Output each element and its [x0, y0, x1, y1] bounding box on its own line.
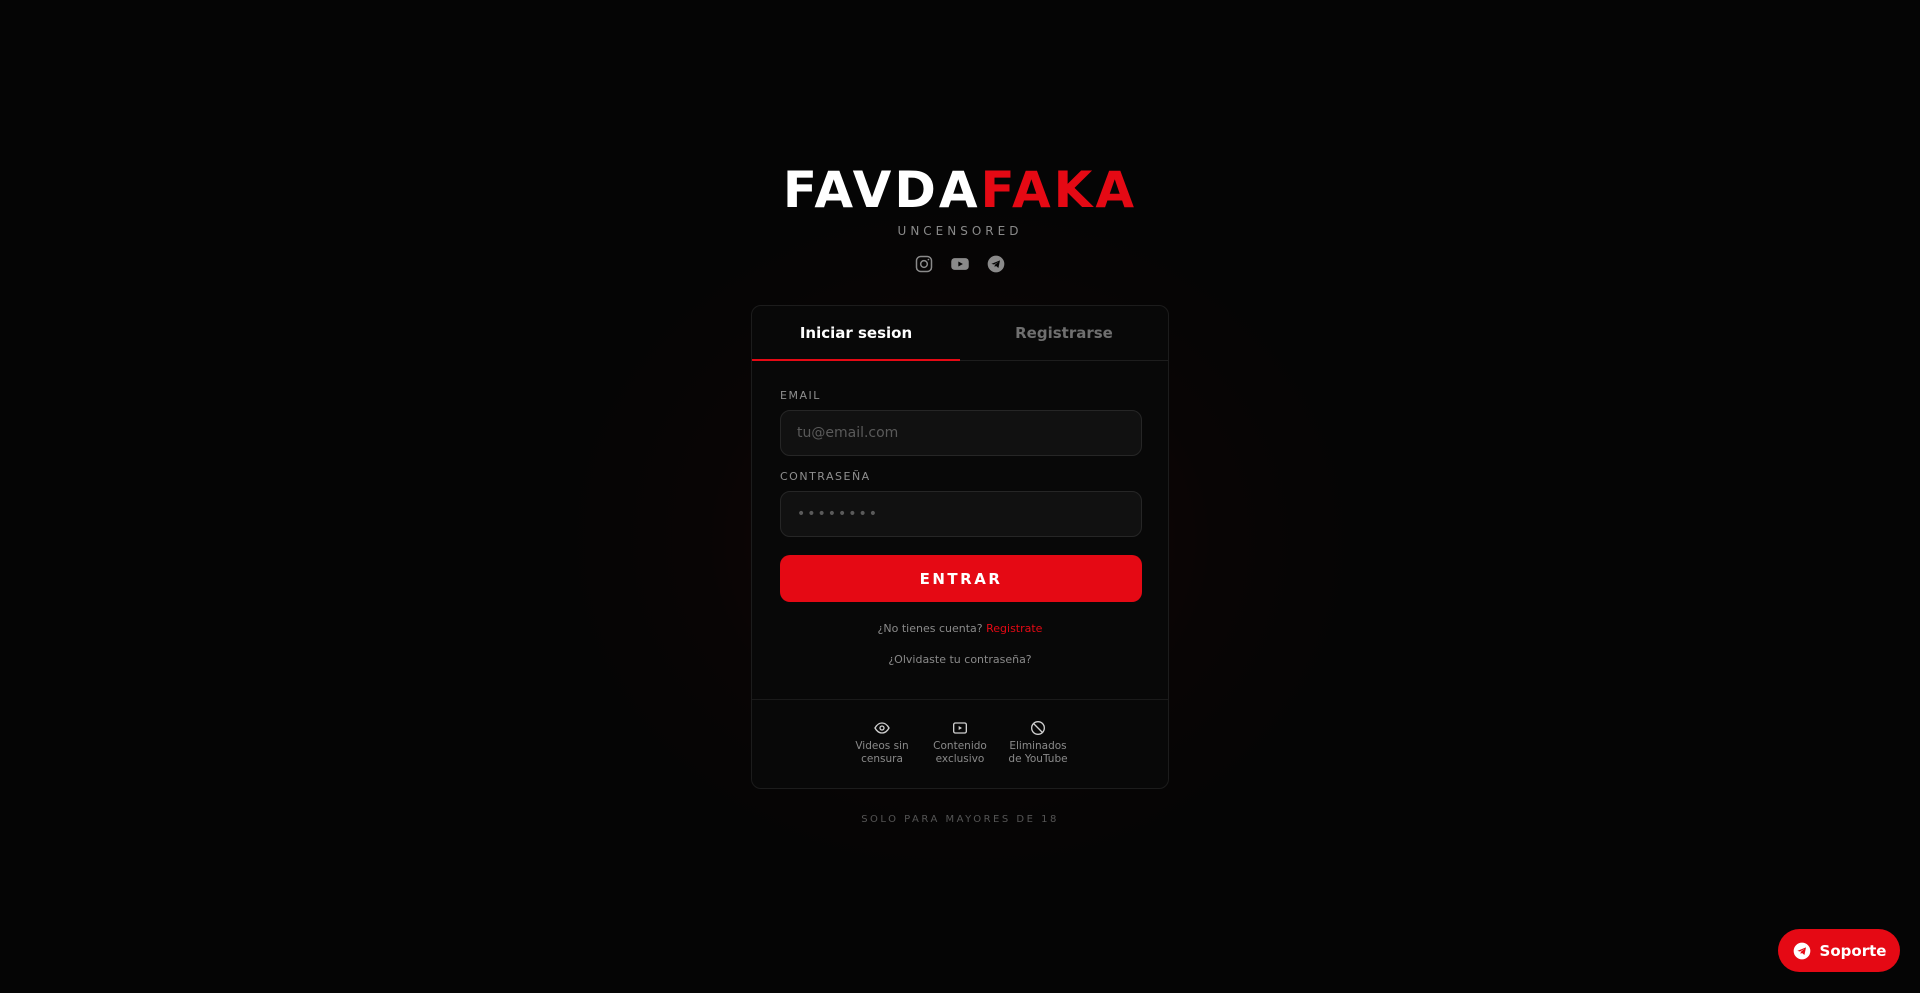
tab-register[interactable]: Registrarse — [960, 306, 1168, 360]
instagram-icon[interactable] — [914, 254, 934, 274]
tab-login[interactable]: Iniciar sesion — [752, 306, 960, 361]
no-account-text: ¿No tienes cuenta? — [877, 622, 983, 635]
tagline: UNCENSORED — [897, 224, 1023, 238]
feature-line1: Videos sin — [855, 740, 909, 752]
register-link[interactable]: Registrate — [986, 622, 1042, 635]
telegram-icon — [1792, 941, 1812, 961]
ban-icon — [1030, 720, 1046, 736]
forgot-password-link[interactable]: ¿Olvidaste tu contraseña? — [780, 653, 1140, 666]
telegram-icon[interactable] — [986, 254, 1006, 274]
logo-red-part: FAKA — [980, 161, 1138, 219]
logo-white-part: FAVDA — [782, 161, 981, 219]
eye-icon — [874, 720, 890, 736]
support-label: Soporte — [1819, 941, 1887, 960]
email-field[interactable] — [780, 410, 1142, 456]
feature-item: Eliminados de YouTube — [1007, 720, 1069, 788]
social-links — [0, 254, 1920, 274]
features-row: Videos sin censura Contenido exclusivo E… — [752, 699, 1168, 788]
support-button[interactable]: Soporte — [1778, 929, 1900, 972]
auth-tabs: Iniciar sesion Registrarse — [752, 306, 1168, 361]
password-label: CONTRASEÑA — [780, 470, 871, 483]
feature-line2: censura — [861, 753, 903, 765]
submit-button[interactable]: ENTRAR — [780, 555, 1142, 602]
feature-item: Contenido exclusivo — [929, 720, 991, 788]
login-form: EMAIL CONTRASEÑA ENTRAR ¿No tienes cuent… — [752, 361, 1168, 666]
feature-item: Videos sin censura — [851, 720, 913, 788]
logo: FAVDAFAKA — [0, 160, 1920, 220]
feature-line2: exclusivo — [935, 753, 985, 765]
feature-line2: de YouTube — [1008, 753, 1068, 765]
login-card: Iniciar sesion Registrarse EMAIL CONTRAS… — [751, 305, 1169, 789]
email-label: EMAIL — [780, 389, 821, 402]
no-account-row: ¿No tienes cuenta? Registrate — [780, 622, 1140, 635]
youtube-icon[interactable] — [950, 254, 970, 274]
age-notice: SOLO PARA MAYORES DE 18 — [861, 814, 1059, 825]
play-box-icon — [952, 720, 968, 736]
feature-line1: Eliminados — [1009, 740, 1067, 752]
brand-header: FAVDAFAKA UNCENSORED — [0, 160, 1920, 274]
feature-line1: Contenido — [933, 740, 987, 752]
password-field[interactable] — [780, 491, 1142, 537]
